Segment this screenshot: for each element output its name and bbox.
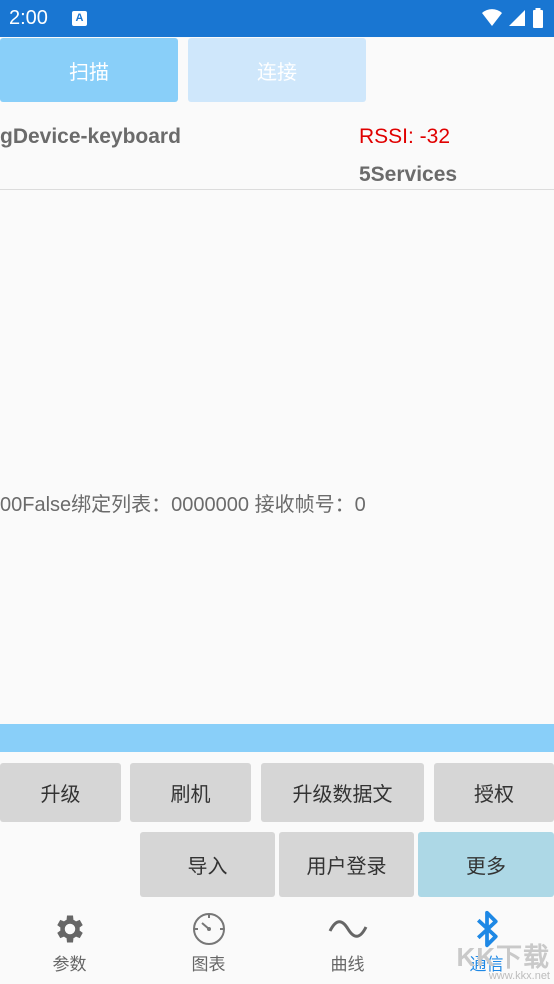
services-count: 5Services [359,163,458,186]
nav-label: 图表 [191,955,226,975]
nav-item-params[interactable]: 参数 [0,900,139,984]
system-icons [482,8,544,28]
import-button[interactable]: 导入 [140,832,275,897]
watermark-text: KK下载 [456,942,550,972]
nav-label: 参数 [52,955,87,975]
nav-item-curve[interactable]: 曲线 [278,900,417,984]
signal-icon [509,10,525,26]
battery-icon [533,8,543,28]
user-login-button[interactable]: 用户登录 [279,832,414,897]
nav-item-chart[interactable]: 图表 [139,900,278,984]
device-name[interactable]: gDevice-keyboard [0,125,181,149]
binding-status-line: 00False绑定列表：0000000 接收帧号：0 [0,494,366,516]
notification-icon: A [72,11,87,26]
connect-button[interactable]: 连接 [188,38,366,102]
divider [0,189,554,190]
more-button[interactable]: 更多 [418,832,554,897]
gear-icon [52,910,88,948]
upgrade-data-button[interactable]: 升级数据文 [261,763,424,822]
watermark: KK下载 www.kkx.net [456,937,550,982]
authorize-button[interactable]: 授权 [434,763,554,822]
rssi-value: RSSI: -32 [359,125,451,148]
nav-label: 曲线 [330,955,365,975]
progress-bar [0,724,554,752]
scan-button[interactable]: 扫描 [0,38,178,102]
upgrade-button[interactable]: 升级 [0,763,121,822]
status-time: 2:00 [9,7,48,29]
gauge-icon [191,910,227,948]
wifi-icon [482,9,502,26]
status-bar: 2:00 A [0,0,554,37]
flash-button[interactable]: 刷机 [130,763,251,822]
wave-icon [328,910,368,948]
